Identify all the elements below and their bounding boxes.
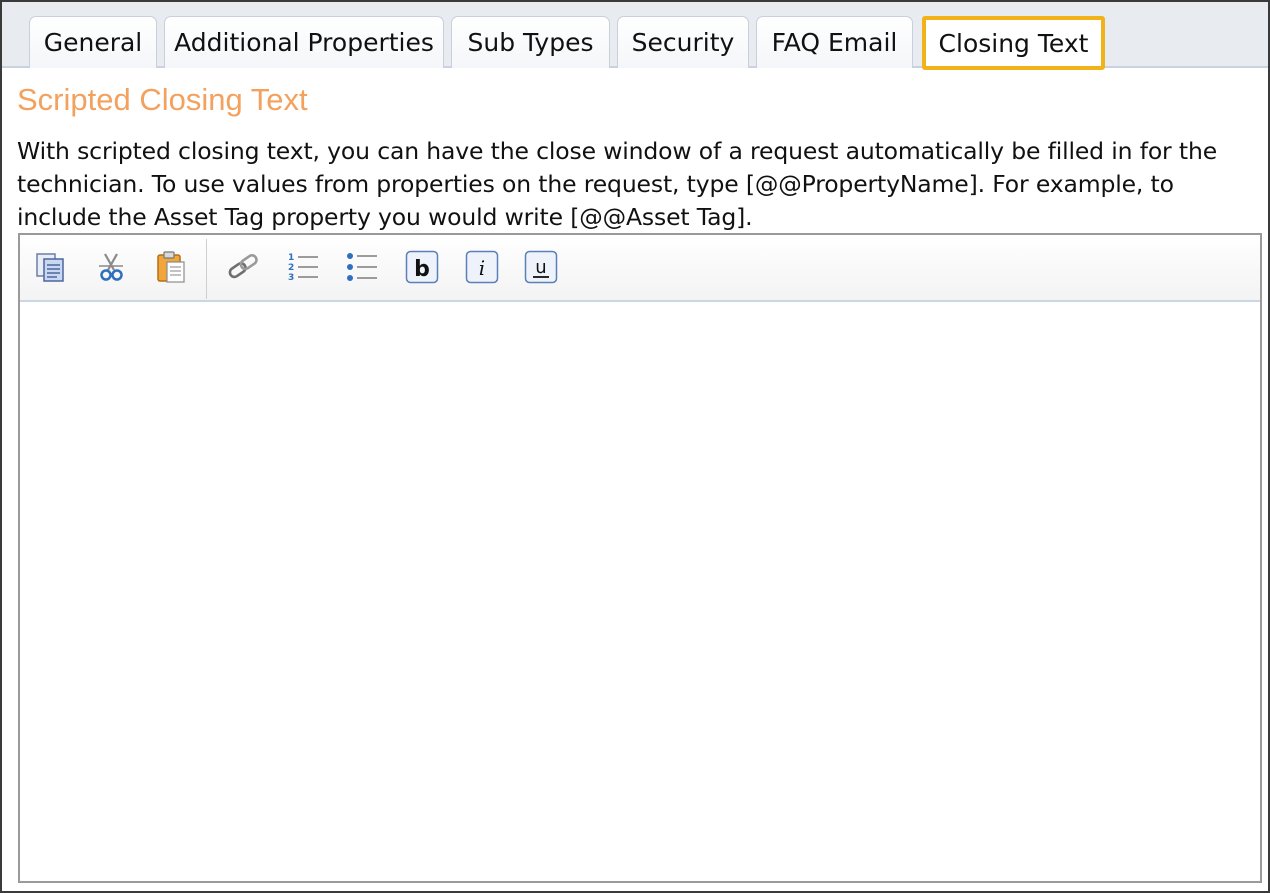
editor-content-area[interactable] <box>20 302 1260 881</box>
copy-icon <box>36 253 64 282</box>
paste-button[interactable] <box>151 247 191 287</box>
tab-security[interactable]: Security <box>617 16 749 68</box>
cut-button[interactable] <box>91 247 131 287</box>
rich-text-editor: 1 2 3 b i u <box>18 233 1262 883</box>
editor-toolbar: 1 2 3 b i u <box>20 235 1260 302</box>
tab-sub-types[interactable]: Sub Types <box>451 16 610 68</box>
tab-closing-text[interactable]: Closing Text <box>922 16 1105 70</box>
link-icon <box>228 254 258 279</box>
numbered-list-button[interactable]: 1 2 3 <box>283 247 323 287</box>
numbered-list-icon: 1 2 3 <box>288 253 318 283</box>
bold-icon: b <box>405 250 439 284</box>
tab-additional-properties[interactable]: Additional Properties <box>164 16 444 68</box>
bold-button[interactable]: b <box>402 247 442 287</box>
svg-text:2: 2 <box>288 263 294 273</box>
svg-text:b: b <box>414 257 430 282</box>
section-description: With scripted closing text, you can have… <box>17 137 1217 231</box>
toolbar-separator <box>206 239 207 299</box>
tab-faq-email[interactable]: FAQ Email <box>756 16 913 68</box>
insert-link-button[interactable] <box>223 247 263 287</box>
section-heading: Scripted Closing Text <box>17 82 308 117</box>
tab-strip: General Additional Properties Sub Types … <box>2 2 1268 70</box>
svg-text:u: u <box>535 257 546 278</box>
cut-icon <box>99 253 123 281</box>
bulleted-list-icon <box>347 253 377 281</box>
tab-general[interactable]: General <box>29 16 157 68</box>
italic-icon: i <box>465 250 499 284</box>
underline-button[interactable]: u <box>521 247 561 287</box>
paste-icon <box>157 251 185 283</box>
svg-text:i: i <box>479 256 485 280</box>
svg-text:1: 1 <box>288 253 294 263</box>
properties-window: General Additional Properties Sub Types … <box>0 0 1270 893</box>
svg-text:3: 3 <box>288 273 294 283</box>
italic-button[interactable]: i <box>462 247 502 287</box>
underline-icon: u <box>524 250 558 284</box>
bulleted-list-button[interactable] <box>342 247 382 287</box>
copy-button[interactable] <box>30 247 70 287</box>
